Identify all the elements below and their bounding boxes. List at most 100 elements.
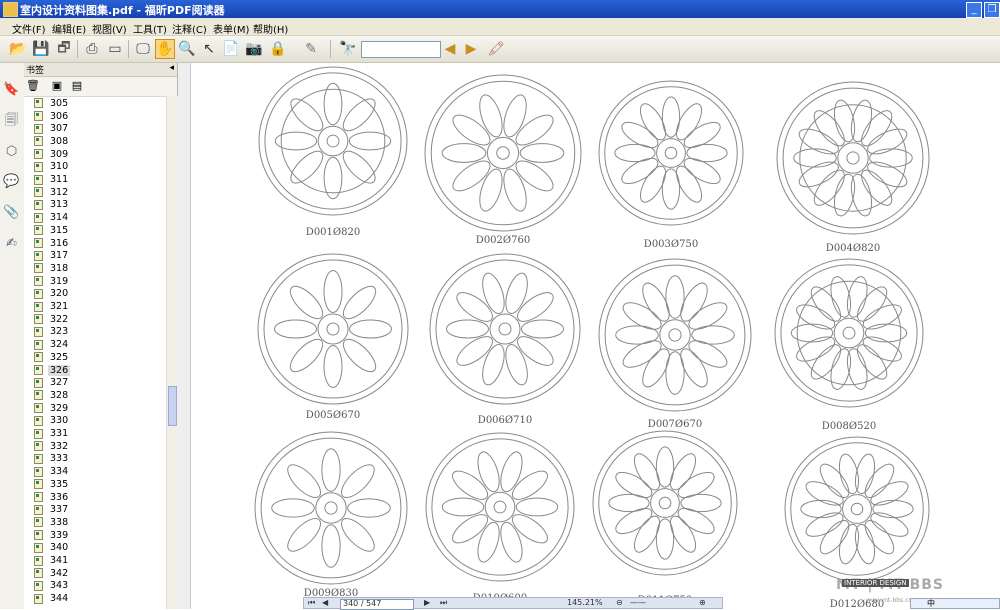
last-page-icon[interactable]: ⏭ xyxy=(440,598,447,608)
bookmark-item[interactable]: 316 xyxy=(34,237,70,250)
bookmarks-scrollbar[interactable] xyxy=(166,96,178,609)
bookmark-item[interactable]: 326 xyxy=(34,364,71,377)
bookmark-item[interactable]: 313 xyxy=(34,199,70,212)
bookmark-item[interactable]: 335 xyxy=(34,478,70,491)
restore-button[interactable]: ❐ xyxy=(984,2,1000,18)
bookmark-item[interactable]: 338 xyxy=(34,516,70,529)
bookmark-item[interactable]: 307 xyxy=(34,122,70,135)
zoom-in-icon[interactable]: ⊕ xyxy=(699,598,706,607)
pdf-page[interactable]: D001Ø820 D002Ø760 D003Ø750 D004Ø820 D005Ø670… xyxy=(191,63,1000,609)
document-left-scroll[interactable] xyxy=(178,63,191,609)
text-select-icon[interactable]: 📄 xyxy=(221,39,241,59)
bookmark-item[interactable]: 344 xyxy=(34,592,70,605)
bookmark-item[interactable]: 322 xyxy=(34,313,70,326)
bookmark-item[interactable]: 315 xyxy=(34,224,70,237)
save-as-icon[interactable]: 🗗 xyxy=(54,39,74,59)
delete-bookmark-icon[interactable]: 🗑 xyxy=(26,79,40,93)
bookmarks-list: 305 306 307 308 309 310 311 312 313 314 315 316 317 3… xyxy=(24,96,166,609)
minimize-button[interactable]: _ xyxy=(966,2,982,18)
snapshot-icon[interactable]: 📷 xyxy=(244,39,264,59)
bookmark-item[interactable]: 317 xyxy=(34,249,70,262)
menu-file[interactable]: 文件(F) xyxy=(12,21,46,36)
pages-tab-icon[interactable]: 🗐 xyxy=(3,113,20,130)
page-bookmark-icon xyxy=(34,238,43,249)
layers-tab-icon[interactable]: ⬡ xyxy=(3,143,20,160)
bookmark-item[interactable]: 324 xyxy=(34,338,70,351)
bookmark-item[interactable]: 336 xyxy=(34,491,70,504)
menu-form[interactable]: 表单(M) xyxy=(213,21,249,36)
find-icon[interactable]: 🔭 xyxy=(338,39,358,59)
menu-edit[interactable]: 编辑(E) xyxy=(52,21,86,36)
select-arrow-icon[interactable]: ↖ xyxy=(199,39,219,59)
first-page-icon[interactable]: ⏮ xyxy=(308,598,315,608)
bookmark-item[interactable]: 332 xyxy=(34,440,70,453)
signatures-tab-icon[interactable]: ✍ xyxy=(3,235,20,252)
bookmark-item[interactable]: 341 xyxy=(34,554,70,567)
ime-indicator[interactable]: 中 xyxy=(927,598,935,609)
bookmark-item[interactable]: 333 xyxy=(34,453,70,466)
scrollbar-thumb[interactable] xyxy=(168,386,177,426)
bookmark-item[interactable]: 328 xyxy=(34,389,70,402)
comments-tab-icon[interactable]: 💬 xyxy=(3,173,20,190)
bookmark-item[interactable]: 327 xyxy=(34,376,70,389)
print-icon[interactable]: ⎙ xyxy=(82,39,102,59)
open-icon[interactable]: 📂 xyxy=(8,39,28,59)
next-page-icon[interactable]: ▶ xyxy=(424,598,430,607)
collapse-panel-icon[interactable]: ◂ xyxy=(169,63,174,73)
bookmarks-tab-icon[interactable]: 🔖 xyxy=(3,81,20,98)
find-prev-icon[interactable]: ◀ xyxy=(440,39,460,59)
annotate-icon[interactable]: ✎ xyxy=(301,39,321,59)
bookmark-item[interactable]: 305 xyxy=(34,97,70,110)
fit-icon[interactable]: ▭ xyxy=(105,39,125,59)
bookmark-label: 315 xyxy=(50,224,69,236)
add-bookmark-icon[interactable]: ▣ xyxy=(50,79,64,93)
save-icon[interactable]: 💾 xyxy=(31,39,51,59)
bookmark-item[interactable]: 334 xyxy=(34,465,70,478)
drawing-caption: D001Ø820 xyxy=(306,227,360,238)
bookmark-item[interactable]: 323 xyxy=(34,326,70,339)
bookmark-item[interactable]: 306 xyxy=(34,110,70,123)
bookmark-item[interactable]: 308 xyxy=(34,135,70,148)
zoom-slider[interactable]: —— xyxy=(630,598,646,607)
bookmark-item[interactable]: 310 xyxy=(34,161,70,174)
bookmark-item[interactable]: 342 xyxy=(34,567,70,580)
bookmark-item[interactable]: 319 xyxy=(34,275,70,288)
highlight-icon[interactable]: 🖍 xyxy=(486,39,506,59)
bookmark-item[interactable]: 320 xyxy=(34,288,70,301)
menu-tools[interactable]: 工具(T) xyxy=(133,21,167,36)
page-number-field[interactable]: 340 / 547 xyxy=(340,599,414,610)
bookmark-item[interactable]: 309 xyxy=(34,148,70,161)
bookmark-label: 320 xyxy=(50,288,69,300)
bookmark-item[interactable]: 330 xyxy=(34,415,70,428)
zoom-out-icon[interactable]: ⊖ xyxy=(616,598,623,607)
bookmark-item[interactable]: 329 xyxy=(34,402,70,415)
stamp-icon[interactable]: 🔒 xyxy=(268,39,288,59)
bookmark-item[interactable]: 314 xyxy=(34,211,70,224)
menu-help[interactable]: 帮助(H) xyxy=(253,21,288,36)
page-bookmark-icon xyxy=(34,428,43,439)
bookmark-item[interactable]: 312 xyxy=(34,186,70,199)
expand-bookmark-icon[interactable]: ▤ xyxy=(70,79,84,93)
prev-page-icon[interactable]: ◀ xyxy=(322,598,328,607)
zoom-tool-icon[interactable]: 🔍 xyxy=(177,39,197,59)
bookmark-item[interactable]: 318 xyxy=(34,262,70,275)
find-next-icon[interactable]: ▶ xyxy=(461,39,481,59)
bookmark-item[interactable]: 325 xyxy=(34,351,70,364)
menu-view[interactable]: 视图(V) xyxy=(92,21,127,36)
bookmark-item[interactable]: 337 xyxy=(34,503,70,516)
attachments-tab-icon[interactable]: 📎 xyxy=(3,204,20,221)
bookmark-item[interactable]: 340 xyxy=(34,542,70,555)
bookmark-item[interactable]: 311 xyxy=(34,173,70,186)
navigation-strip: 🔖 🗐 ⬡ 💬 📎 ✍ xyxy=(0,63,25,609)
bookmark-item[interactable]: 321 xyxy=(34,300,70,313)
bookmark-item[interactable]: 339 xyxy=(34,529,70,542)
bookmark-item[interactable]: 331 xyxy=(34,427,70,440)
menu-bar: 文件(F) 编辑(E) 视图(V) 工具(T) 注释(C) 表单(M) 帮助(H… xyxy=(0,18,1000,36)
hand-tool-icon[interactable]: ✋ xyxy=(155,39,175,59)
find-input[interactable] xyxy=(361,41,441,58)
page-bookmark-icon xyxy=(34,136,43,147)
menu-comment[interactable]: 注释(C) xyxy=(172,21,207,36)
page-bookmark-icon xyxy=(34,123,43,134)
bookmark-item[interactable]: 343 xyxy=(34,580,70,593)
fullscreen-icon[interactable]: 🖵 xyxy=(133,39,153,59)
